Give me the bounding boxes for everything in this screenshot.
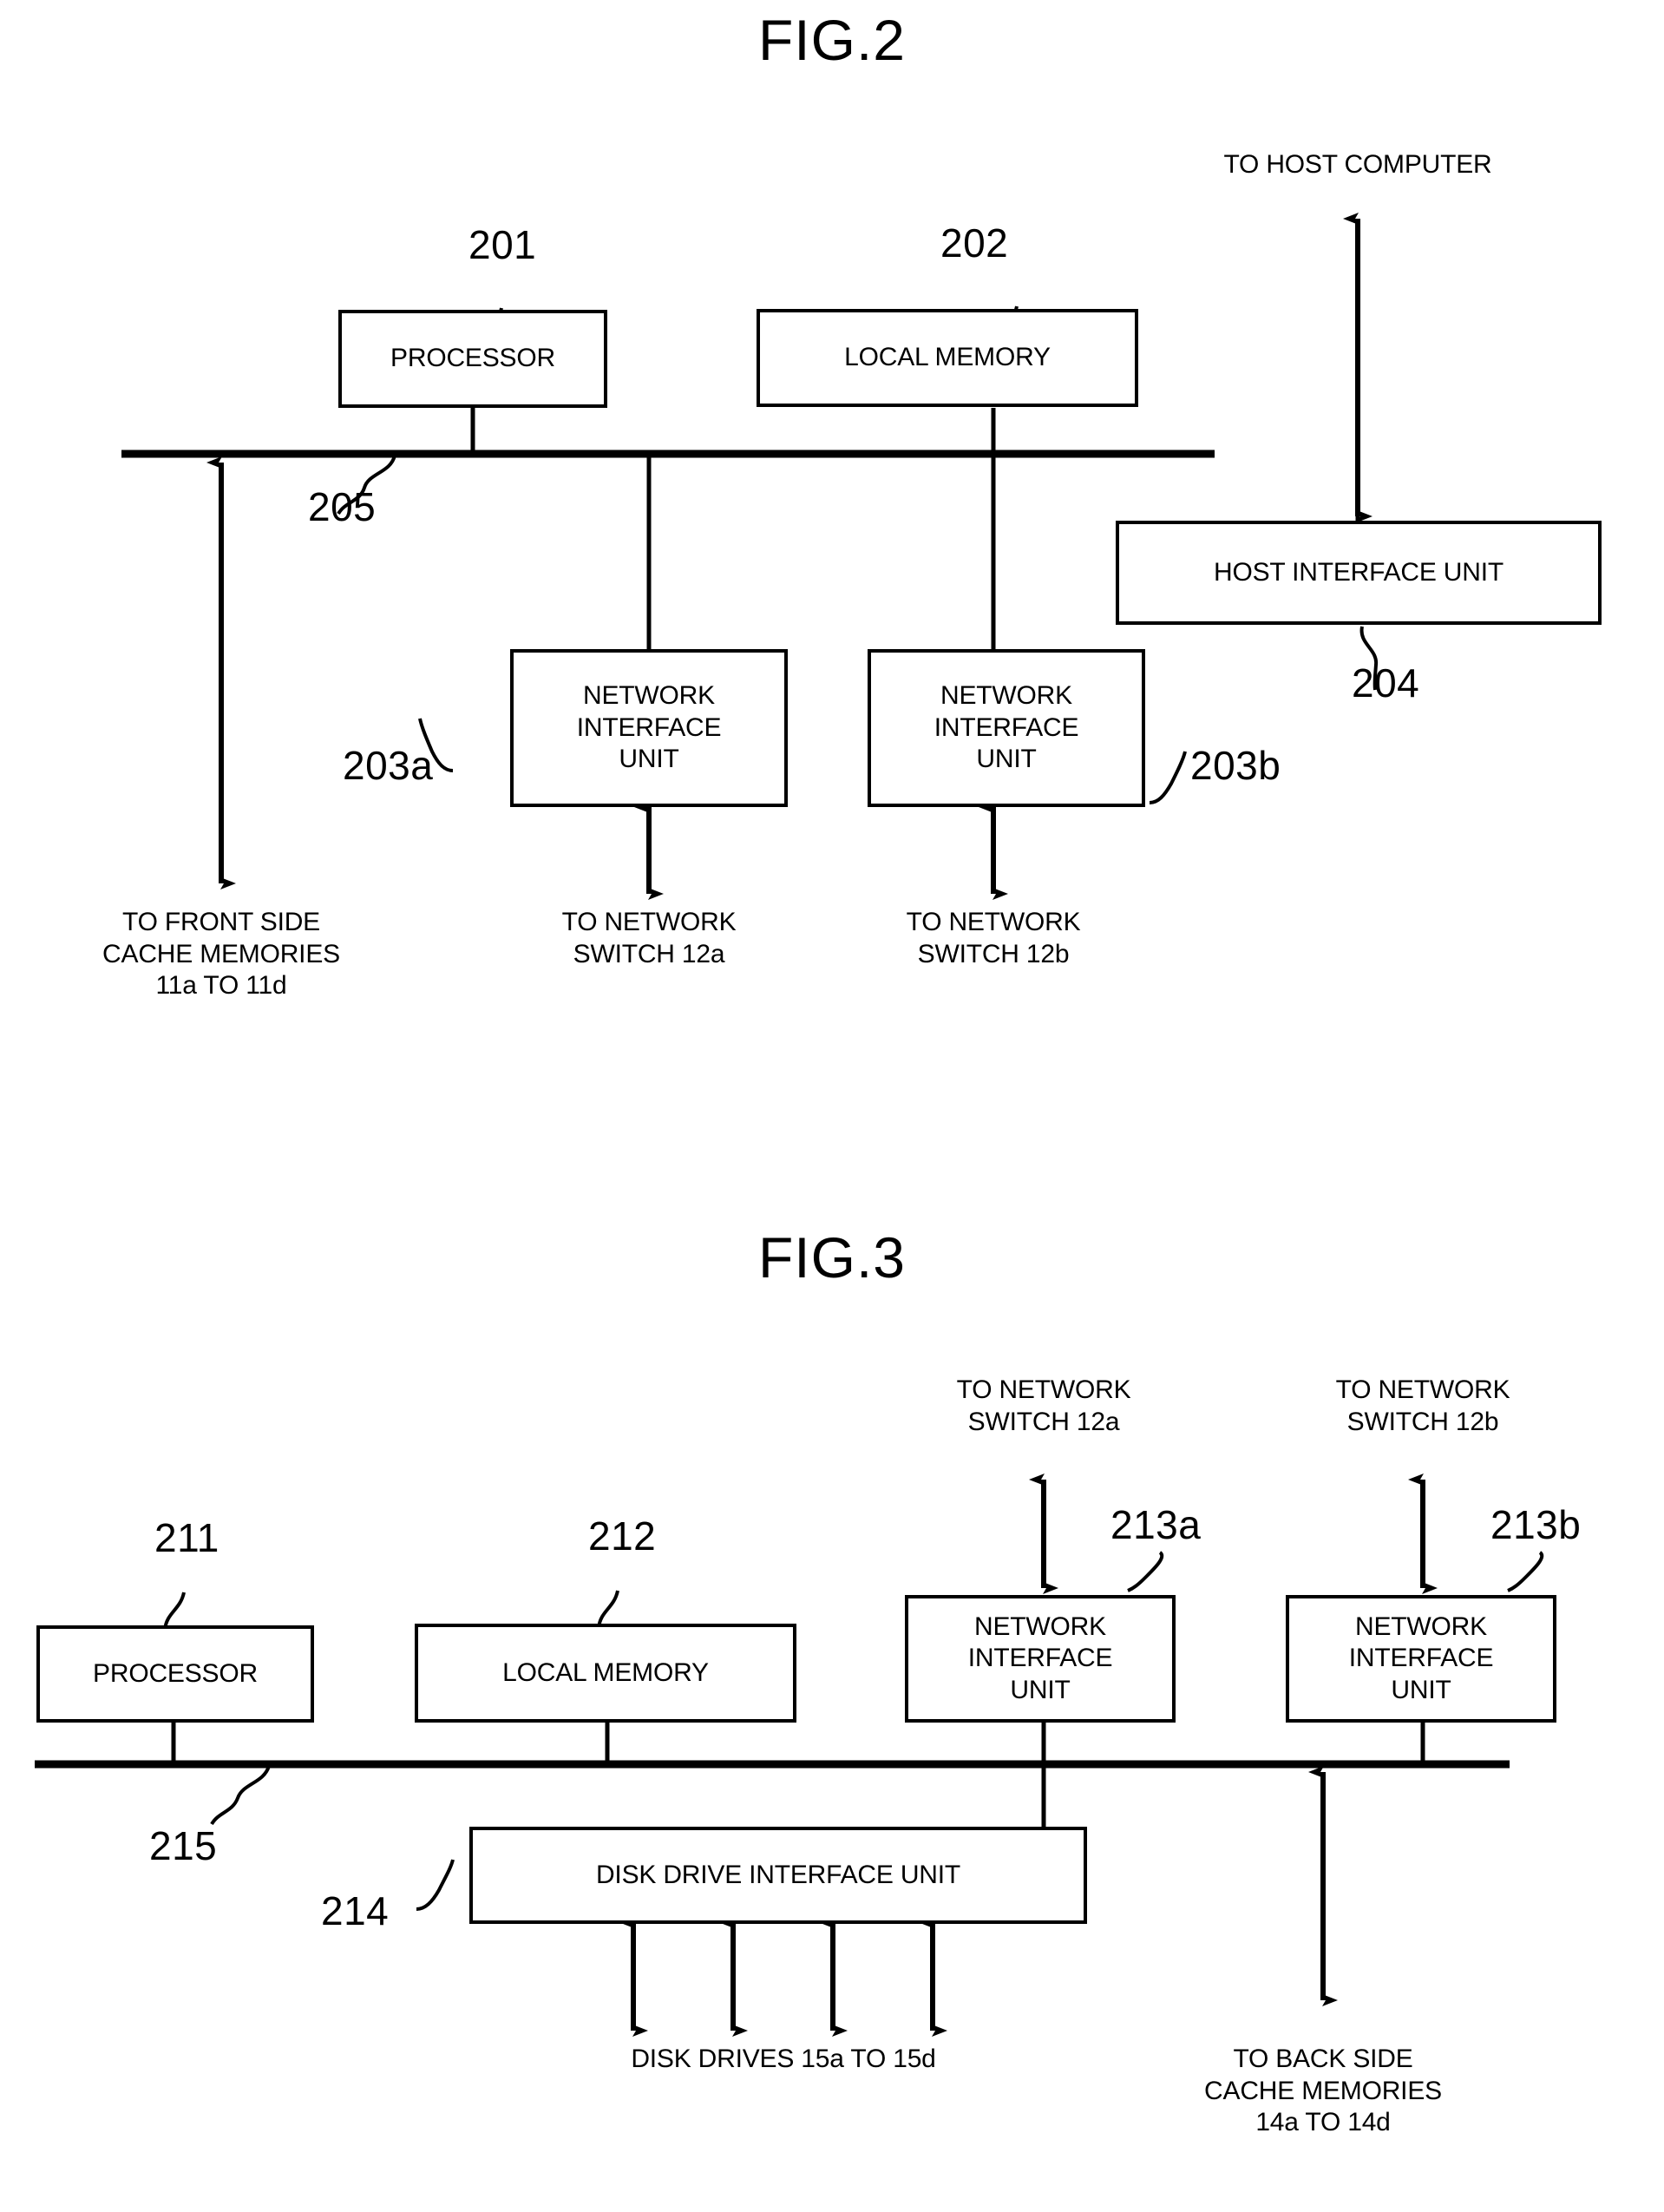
fig3-caption-sw12a-line2: SWITCH 12a [967,1407,1120,1436]
fig2-ref-202: 202 [940,220,1009,266]
fig3-leader-214 [416,1859,455,1911]
fig2-niu-b-line1: NETWORK [940,681,1072,711]
fig3-ref-214: 214 [321,1888,390,1933]
fig3-ref-215: 215 [149,1823,218,1868]
fig2-host-interface-unit-box: HOST INTERFACE UNIT [1116,521,1602,625]
fig2-niu-b-line2: INTERFACE [934,712,1079,742]
fig3-niu-a-line3: UNIT [1010,1675,1071,1704]
fig3-processor-box: PROCESSOR [36,1625,314,1723]
fig2-network-interface-unit-a-box: NETWORK INTERFACE UNIT [510,649,788,807]
fig2-caption-to-network-switch-12a: TO NETWORK SWITCH 12a [475,907,822,970]
fig2-niu-a-line1: NETWORK [583,681,715,711]
fig3-network-interface-unit-b-box: NETWORK INTERFACE UNIT [1286,1595,1556,1723]
fig3-ref-211: 211 [154,1515,219,1560]
fig3-disk-drive-interface-unit-label: DISK DRIVE INTERFACE UNIT [595,1860,961,1889]
fig2-niu-b-line3: UNIT [976,745,1037,774]
fig3-caption-to-back-side-cache-memories: TO BACK SIDE CACHE MEMORIES 14a TO 14d [1115,2044,1531,2139]
fig3-niu-b-line3: UNIT [1391,1675,1451,1704]
fig3-caption-back-line2: CACHE MEMORIES [1204,2076,1442,2105]
fig3-caption-back-line1: TO BACK SIDE [1233,2045,1413,2073]
fig2-niu-a-line2: INTERFACE [576,712,722,742]
fig2-network-interface-unit-b-box: NETWORK INTERFACE UNIT [868,649,1145,807]
fig3-local-memory-label: LOCAL MEMORY [502,1657,709,1687]
fig3-caption-to-network-switch-12b: TO NETWORK SWITCH 12b [1249,1375,1596,1438]
fig2-niu-a-line3: UNIT [619,745,679,774]
fig3-ref-212: 212 [588,1513,657,1559]
fig2-ref-203a: 203a [343,743,434,788]
fig2-ref-201: 201 [468,222,537,267]
fig3-caption-sw12b-line1: TO NETWORK [1335,1375,1510,1404]
fig2-caption-sw12a-line1: TO NETWORK [561,908,737,936]
fig2-ref-204: 204 [1352,660,1420,706]
fig2-ref-203b: 203b [1190,743,1281,788]
fig3-caption-sw12a-line1: TO NETWORK [956,1375,1131,1404]
fig2-caption-sw12a-line2: SWITCH 12a [573,939,725,968]
fig3-processor-label: PROCESSOR [93,1658,258,1688]
fig2-caption-host-line1: TO HOST COMPUTER [1223,150,1492,179]
fig3-caption-disk-drives: DISK DRIVES 15a TO 15d [523,2044,1044,2076]
figure-2-title: FIG.2 [757,8,907,72]
fig2-caption-sw12b-line2: SWITCH 12b [917,939,1070,968]
fig3-local-memory-box: LOCAL MEMORY [415,1624,796,1723]
fig3-leader-213b [1507,1551,1544,1592]
fig2-ref-205: 205 [308,484,377,529]
fig2-caption-sw12b-line1: TO NETWORK [906,908,1081,936]
fig3-caption-sw12b-line2: SWITCH 12b [1346,1407,1499,1436]
fig3-niu-a-line2: INTERFACE [967,1644,1113,1673]
fig3-niu-b-line2: INTERFACE [1348,1644,1494,1673]
fig3-leader-213a [1127,1551,1164,1592]
fig2-leader-203b [1149,751,1187,804]
fig2-caption-front-line1: TO FRONT SIDE [122,908,320,936]
fig3-caption-back-line3: 14a TO 14d [1255,2108,1391,2137]
patent-figure-sheet: FIG.2 PROCESSOR LOCAL MEMORY NETWORK INT… [0,0,1664,2212]
fig2-processor-box: PROCESSOR [338,310,607,408]
fig2-caption-to-network-switch-12b: TO NETWORK SWITCH 12b [820,907,1167,970]
fig2-caption-to-host-computer: TO HOST COMPUTER [1097,149,1618,181]
fig3-arrows-disk-drives [619,1916,947,2037]
fig3-leader-215 [210,1765,271,1826]
fig2-processor-label: PROCESSOR [390,344,555,373]
fig2-caption-to-front-side-cache-memories: TO FRONT SIDE CACHE MEMORIES 11a TO 11d [13,907,429,1002]
fig3-caption-to-network-switch-12a: TO NETWORK SWITCH 12a [870,1375,1217,1438]
fig3-niu-b-line1: NETWORK [1355,1611,1487,1641]
fig3-network-interface-unit-a-box: NETWORK INTERFACE UNIT [905,1595,1176,1723]
fig2-caption-front-line2: CACHE MEMORIES [102,939,340,968]
fig2-local-memory-box: LOCAL MEMORY [757,309,1138,407]
fig3-niu-a-line1: NETWORK [974,1611,1106,1641]
fig2-local-memory-label: LOCAL MEMORY [844,343,1051,372]
figure-3-title: FIG.3 [757,1225,907,1290]
fig3-ref-213b: 213b [1490,1502,1582,1547]
fig3-disk-drive-interface-unit-box: DISK DRIVE INTERFACE UNIT [469,1827,1087,1924]
fig3-ref-213a: 213a [1110,1502,1202,1547]
fig2-host-interface-unit-label: HOST INTERFACE UNIT [1213,557,1503,587]
fig2-caption-front-line3: 11a TO 11d [155,971,287,1001]
fig3-caption-disk-line1: DISK DRIVES 15a TO 15d [631,2045,936,2073]
